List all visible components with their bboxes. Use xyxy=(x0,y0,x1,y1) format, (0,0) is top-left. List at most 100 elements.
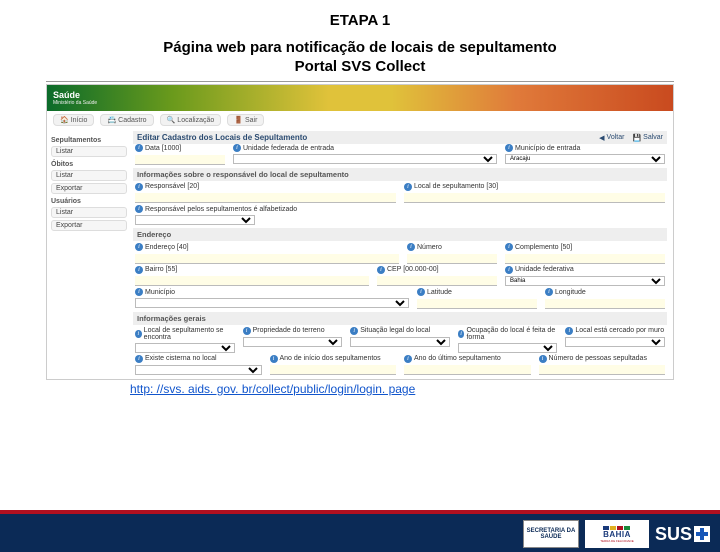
info-icon: i xyxy=(545,288,553,296)
info-icon: i xyxy=(505,266,513,274)
sidebar-item-listar-usr[interactable]: Listar xyxy=(51,207,127,218)
info-icon: i xyxy=(377,266,385,274)
info-icon: i xyxy=(350,327,358,335)
sidebar: Sepultamentos Listar Óbitos Listar Expor… xyxy=(47,129,131,379)
info-icon: i xyxy=(135,330,142,338)
info-icon: i xyxy=(505,243,513,251)
municipio-select[interactable] xyxy=(135,298,409,308)
logo-secretaria: SECRETARIA DA SAÚDE xyxy=(523,520,579,548)
longitude-input[interactable] xyxy=(545,299,665,309)
panel-title-text: Editar Cadastro dos Locais de Sepultamen… xyxy=(137,133,307,142)
label-bairro: Bairro [55] xyxy=(145,266,177,273)
g1-select[interactable] xyxy=(135,343,235,353)
info-icon: i xyxy=(270,355,278,363)
info-icon: i xyxy=(135,144,143,152)
portal-link[interactable]: http: //svs. aids. gov. br/collect/publi… xyxy=(130,382,415,396)
g3-select[interactable] xyxy=(350,337,450,347)
info-icon: i xyxy=(135,355,143,363)
label-g3: Situação legal do local xyxy=(360,327,430,334)
label-latitude: Latitude xyxy=(427,289,452,296)
save-icon: 💾 xyxy=(632,134,641,142)
sidebar-head-obitos: Óbitos xyxy=(51,161,127,168)
logo-bahia: BAHIA TERRA DE FELICIDADE xyxy=(585,520,649,548)
info-icon: i xyxy=(135,243,143,251)
tab-cadastro[interactable]: 📇Cadastro xyxy=(100,114,153,126)
label-alfabetizado: Responsável pelos sepultamentos é alfabe… xyxy=(145,206,297,213)
local-sep-input[interactable] xyxy=(404,193,665,203)
label-g4: Ocupação do local é feita de forma xyxy=(466,327,557,341)
label-longitude: Longitude xyxy=(555,289,586,296)
back-icon: ◀ xyxy=(599,134,604,142)
section-gerais: Informações gerais xyxy=(133,312,667,325)
tab-inicio[interactable]: 🏠Início xyxy=(53,114,94,126)
label-responsavel: Responsável [20] xyxy=(145,183,199,190)
info-icon: i xyxy=(243,327,251,335)
label-h4: Número de pessoas sepultadas xyxy=(549,355,647,362)
data-input[interactable] xyxy=(135,155,225,165)
logo-sus: SUS xyxy=(655,524,710,545)
h1-select[interactable] xyxy=(135,365,262,375)
tab-sair[interactable]: 🚪Sair xyxy=(227,114,264,126)
g5-select[interactable] xyxy=(565,337,665,347)
page-subtitle: Portal SVS Collect xyxy=(0,58,720,75)
h4-input[interactable] xyxy=(539,365,666,375)
uf-entrada-select[interactable] xyxy=(233,154,497,164)
mun-entrada-select[interactable]: Aracaju xyxy=(505,154,665,164)
info-icon: i xyxy=(135,266,143,274)
info-icon: i xyxy=(404,355,412,363)
home-icon: 🏠 xyxy=(60,116,69,124)
form-main: Editar Cadastro dos Locais de Sepultamen… xyxy=(131,129,673,379)
label-g2: Propriedade do terreno xyxy=(253,327,325,334)
exit-icon: 🚪 xyxy=(234,116,243,124)
panel-header: Editar Cadastro dos Locais de Sepultamen… xyxy=(133,131,667,144)
back-button[interactable]: ◀Voltar xyxy=(599,134,624,142)
sidebar-item-listar-obitos[interactable]: Listar xyxy=(51,170,127,181)
cep-input[interactable] xyxy=(377,276,497,286)
sidebar-head-sepultamentos: Sepultamentos xyxy=(51,137,127,144)
divider xyxy=(46,81,674,82)
endereco-input[interactable] xyxy=(135,254,399,264)
info-icon: i xyxy=(539,355,547,363)
card-icon: 📇 xyxy=(107,116,116,124)
label-g5: Local está cercado por muro xyxy=(575,327,664,334)
search-icon: 🔍 xyxy=(167,116,176,124)
h2-input[interactable] xyxy=(270,365,397,375)
h3-input[interactable] xyxy=(404,365,531,375)
info-icon: i xyxy=(565,327,573,335)
info-icon: i xyxy=(505,144,513,152)
sidebar-item-listar-sep[interactable]: Listar xyxy=(51,146,127,157)
responsavel-input[interactable] xyxy=(135,193,396,203)
slide-footer: SECRETARIA DA SAÚDE BAHIA TERRA DE FELIC… xyxy=(0,510,720,552)
info-icon: i xyxy=(458,330,465,338)
banner-title: Saúde xyxy=(53,91,97,100)
page-title: Página web para notificação de locais de… xyxy=(0,39,720,56)
banner-subtitle: Ministério da Saúde xyxy=(53,100,97,106)
g4-select[interactable] xyxy=(458,343,558,353)
sidebar-head-usuarios: Usuários xyxy=(51,198,127,205)
portal-banner: Saúde Ministério da Saúde xyxy=(47,85,673,111)
bairro-input[interactable] xyxy=(135,276,369,286)
tab-localizacao[interactable]: 🔍Localização xyxy=(160,114,222,126)
complemento-input[interactable] xyxy=(505,254,665,264)
label-municipio: Município xyxy=(145,289,175,296)
label-mun-entrada: Município de entrada xyxy=(515,145,580,152)
save-button[interactable]: 💾Salvar xyxy=(632,134,663,142)
sidebar-item-exportar-usr[interactable]: Exportar xyxy=(51,220,127,231)
info-icon: i xyxy=(135,205,143,213)
top-tabs: 🏠Início 📇Cadastro 🔍Localização 🚪Sair xyxy=(47,111,673,129)
numero-input[interactable] xyxy=(407,254,497,264)
label-uf-entrada: Unidade federada de entrada xyxy=(243,145,334,152)
info-icon: i xyxy=(407,243,415,251)
label-h2: Ano de início dos sepultamentos xyxy=(280,355,381,362)
section-responsavel: Informações sobre o responsável do local… xyxy=(133,168,667,181)
g2-select[interactable] xyxy=(243,337,343,347)
uf-select[interactable]: Bahia xyxy=(505,276,665,286)
latitude-input[interactable] xyxy=(417,299,537,309)
info-icon: i xyxy=(233,144,241,152)
label-data: Data [1000] xyxy=(145,145,181,152)
alfabetizado-select[interactable] xyxy=(135,215,255,225)
info-icon: i xyxy=(135,183,143,191)
sidebar-item-exportar-obitos[interactable]: Exportar xyxy=(51,183,127,194)
label-h1: Existe cisterna no local xyxy=(145,355,217,362)
label-numero: Número xyxy=(417,244,442,251)
